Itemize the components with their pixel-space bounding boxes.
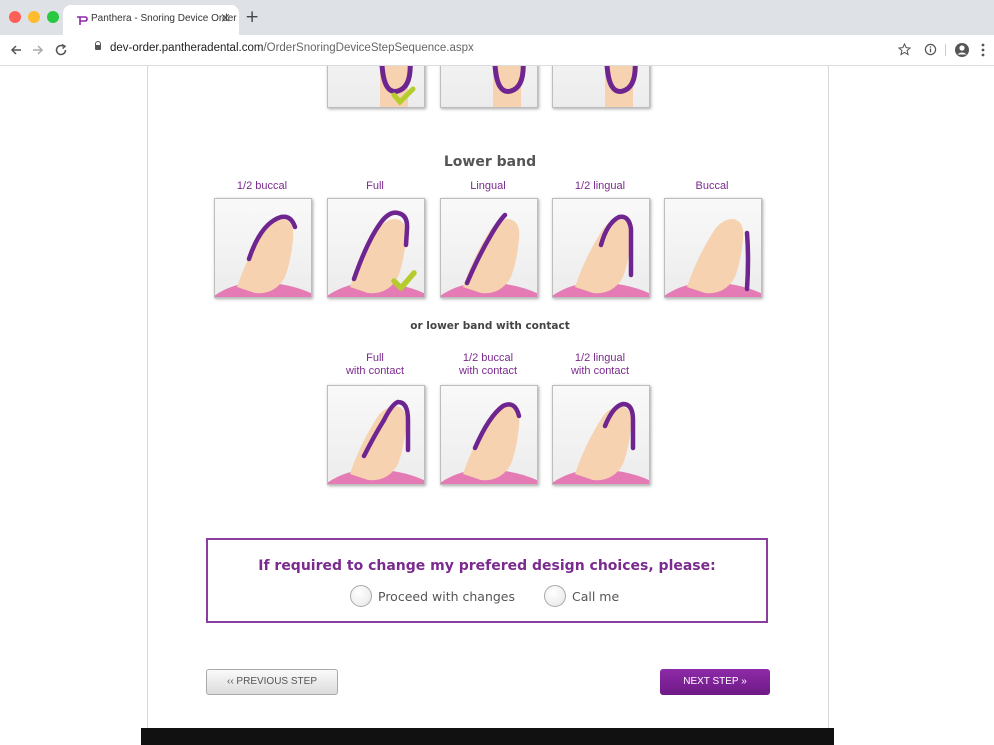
option-label: 1/2 lingual — [574, 180, 626, 192]
back-arrow-icon[interactable] — [9, 43, 23, 57]
next-step-button[interactable]: NEXT STEP » — [660, 669, 770, 695]
option-label: 1/2 lingual with contact — [570, 352, 630, 377]
design-change-choice-box: If required to change my prefered design… — [206, 538, 768, 623]
option-label: Full — [366, 180, 384, 192]
lower-band-buccal-card[interactable] — [664, 198, 762, 298]
choice-title: If required to change my prefered design… — [258, 558, 716, 574]
call-me-label[interactable]: Call me — [572, 589, 619, 604]
upper-band-option-card[interactable] — [552, 66, 650, 108]
window-close-icon[interactable] — [9, 11, 21, 23]
url-text: dev-order.pantheradental.com/OrderSnorin… — [110, 42, 474, 54]
panthera-favicon-icon — [77, 16, 88, 25]
window-minimize-icon[interactable] — [28, 11, 40, 23]
content-left-border — [147, 66, 148, 745]
lower-band-half-buccal-card[interactable] — [214, 198, 312, 298]
option-label: Buccal — [695, 180, 729, 192]
half-buccal-with-contact-card[interactable] — [440, 385, 538, 485]
proceed-with-changes-radio[interactable] — [350, 585, 372, 607]
reload-icon[interactable] — [54, 43, 68, 57]
option-label: Lingual — [470, 180, 506, 192]
lower-band-full-card[interactable] — [327, 198, 425, 298]
browser-toolbar: dev-order.pantheradental.com/OrderSnorin… — [0, 35, 994, 66]
new-tab-icon[interactable]: + — [245, 7, 259, 27]
upper-band-option-card[interactable] — [327, 66, 425, 108]
proceed-with-changes-label[interactable]: Proceed with changes — [378, 589, 515, 604]
lower-band-half-lingual-card[interactable] — [552, 198, 650, 298]
lower-band-contact-title: or lower band with contact — [410, 320, 570, 332]
toolbar-divider — [945, 44, 946, 56]
option-label: 1/2 buccal with contact — [458, 352, 518, 377]
half-lingual-with-contact-card[interactable] — [552, 385, 650, 485]
previous-step-button[interactable]: ‹‹ PREVIOUS STEP — [206, 669, 338, 695]
lock-icon — [95, 41, 101, 50]
lower-band-lingual-card[interactable] — [440, 198, 538, 298]
lower-band-title: Lower band — [443, 154, 537, 170]
call-me-radio[interactable] — [544, 585, 566, 607]
menu-dots-icon[interactable] — [981, 43, 985, 57]
account-icon[interactable] — [954, 42, 970, 58]
full-with-contact-card[interactable] — [327, 385, 425, 485]
option-label: 1/2 buccal — [236, 180, 288, 192]
info-icon[interactable] — [924, 43, 937, 56]
content-right-border — [828, 66, 829, 745]
address-bar[interactable]: dev-order.pantheradental.com/OrderSnorin… — [83, 39, 883, 61]
browser-tab[interactable]: Panthera - Snoring Device Order × — [63, 5, 239, 35]
forward-arrow-icon[interactable] — [31, 43, 45, 57]
page-footer — [141, 728, 834, 745]
tab-close-icon[interactable]: × — [220, 11, 231, 26]
page-content: Lower band 1/2 buccal Full Lingual 1/2 l… — [0, 66, 994, 745]
browser-tab-bar: Panthera - Snoring Device Order × + — [0, 0, 994, 35]
upper-band-option-card[interactable] — [440, 66, 538, 108]
option-label: Full with contact — [345, 352, 405, 377]
window-maximize-icon[interactable] — [47, 11, 59, 23]
star-icon[interactable] — [898, 43, 911, 56]
tab-title: Panthera - Snoring Device Order — [91, 13, 237, 24]
